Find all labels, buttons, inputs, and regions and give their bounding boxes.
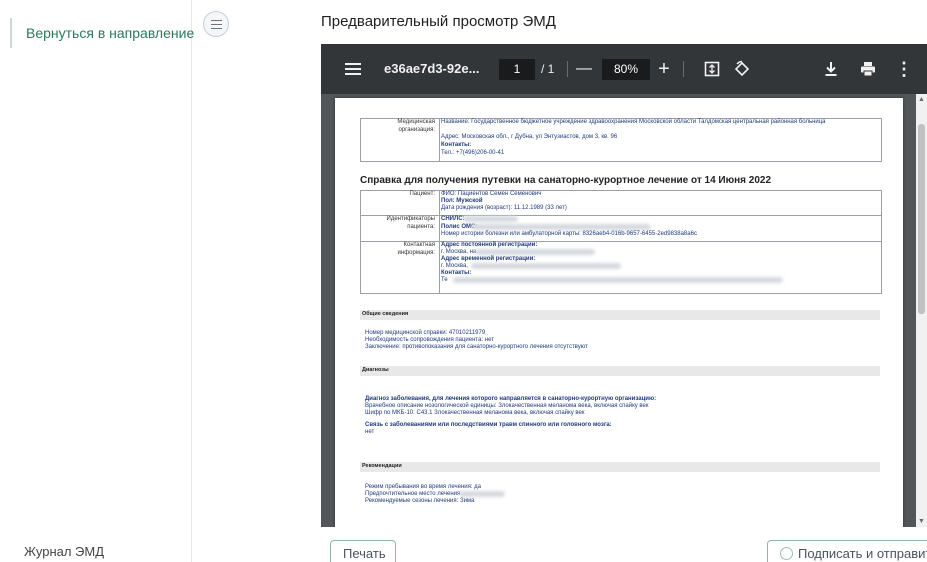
diagnosis-link-value: нет [365, 429, 375, 435]
org-contacts-label: Контакты: [441, 142, 472, 148]
org-phone: Тел.: +7(496)206-00-41 [441, 150, 505, 156]
phone-short: Те [441, 277, 448, 283]
page-total: / 1 [541, 62, 555, 76]
patient-birth: Дата рождения (возраст): 11.12.1989 (33 … [441, 205, 567, 211]
section-recommendations: Рекомендации [360, 462, 880, 472]
more-options-icon[interactable]: ⋮ [894, 44, 914, 94]
menu-toggle-icon[interactable] [203, 11, 229, 37]
patient-label: Пациент: [409, 191, 435, 197]
sign-and-send-button[interactable]: Подписать и отправить [767, 540, 927, 562]
sign-icon [780, 547, 793, 560]
section-general: Общие сведения [360, 310, 880, 320]
pdf-viewer: e36ae7d3-92e... 1 / 1 — 80% + ⋮ Медицинс… [321, 44, 927, 527]
diagnosis-line-2: Шифр по МКБ-10: C43.1 Злокачественная ме… [365, 410, 585, 416]
scrollbar-thumb[interactable] [918, 124, 925, 314]
pdf-toolbar: e36ae7d3-92e... 1 / 1 — 80% + ⋮ [321, 44, 927, 94]
recommendation-line-3: Рекомендуемые сезоны лечения: Зима [365, 498, 475, 504]
general-line-3: Заключение: противопоказания для санатор… [365, 344, 588, 350]
back-to-referral-link[interactable]: Вернуться в направление [10, 18, 194, 48]
document-title: Справка для получения путевки на санатор… [360, 175, 772, 186]
org-name: Название: Государственное бюджетное учре… [441, 119, 826, 125]
emd-journal-link[interactable]: Журнал ЭМД [24, 544, 104, 559]
rotate-icon[interactable] [732, 44, 752, 94]
pdf-menu-icon[interactable] [345, 44, 361, 94]
pdf-file-name: e36ae7d3-92e... [384, 61, 480, 76]
pdf-scrollbar[interactable]: ▲ ▼ [916, 94, 927, 527]
sidebar: Вернуться в направление Журнал ЭМД [0, 0, 194, 562]
org-address: Адрес: Московская обл., г Дубна, ул Энту… [441, 134, 618, 140]
zoom-out-icon[interactable]: — [574, 44, 594, 94]
fit-page-icon[interactable] [702, 44, 722, 94]
snils-label: СНИЛС: [441, 216, 465, 222]
download-icon[interactable] [821, 44, 841, 94]
identifiers-label: Идентификаторы пациента: [386, 216, 435, 230]
org-label: Медицинская организация: [397, 119, 435, 133]
page-number-input[interactable]: 1 [499, 59, 535, 80]
sign-and-send-label: Подписать и отправить [798, 546, 927, 561]
page-title: Предварительный просмотр ЭМД [321, 13, 556, 30]
print-button[interactable]: Печать [330, 540, 396, 562]
contact-info-label: Контактная информация: [397, 242, 435, 256]
diagnosis-link-heading: Связь с заболеваниями или последствиями … [365, 422, 612, 428]
section-diagnoses: Диагнозы [360, 366, 880, 376]
zoom-input[interactable]: 80% [602, 59, 650, 80]
zoom-in-icon[interactable]: + [654, 44, 674, 94]
pdf-page: Медицинская организация: Название: Госуд… [335, 98, 903, 527]
print-icon[interactable] [858, 44, 878, 94]
history-number: Номер истории болезни или амбулаторной к… [441, 231, 697, 237]
